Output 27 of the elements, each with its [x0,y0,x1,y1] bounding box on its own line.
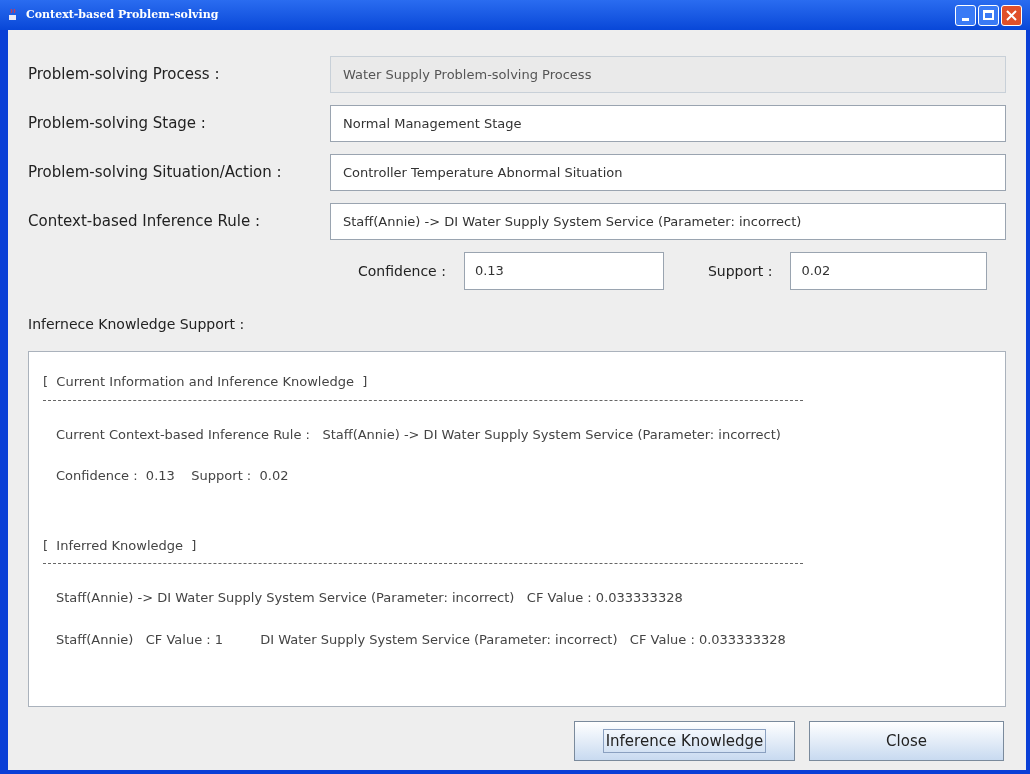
text-field[interactable]: Controller Temperature Abnormal Situation [330,154,1006,191]
close-button[interactable] [1001,4,1022,26]
metric-field[interactable]: 0.02 [790,252,988,290]
maximize-button[interactable] [978,4,999,26]
minimize-button[interactable] [955,4,976,26]
output-line: Staff(Annie) CF Value : 1 DI Water Supply System Service (Parameter: incorrect) CF Value : 0.033333328 [56,630,786,649]
metric-label: Confidence : [358,261,446,281]
section-heading: [ Inferred Knowledge ] [43,536,197,555]
section-label: Infernece Knowledge Support : [28,315,246,334]
section-heading: [ Current Information and Inference Knowledge ] [43,373,368,391]
field-label: Problem-solving Situation/Action : [28,162,283,184]
output-line: Current Context-based Inference Rule : Staff(Annie) -> DI Water Supply System Service (Parameter: incorrect) [56,425,781,444]
dialog-button[interactable]: Close [809,721,1004,761]
text-field[interactable]: Staff(Annie) -> DI Water Supply System Service (Parameter: incorrect) [330,203,1006,240]
text-field[interactable]: Normal Management Stage [330,105,1006,142]
x-icon [1006,9,1017,21]
window-title: Context-based Problem-solving [26,6,220,23]
field-label: Problem-solving Stage : [28,113,207,135]
metric-label: Support : [707,261,773,281]
output-line: Staff(Annie) -> DI Water Supply System Service (Parameter: incorrect) CF Value : 0.033333328 [56,589,683,607]
dialog-button[interactable]: Inference Knowledge [574,721,795,761]
metric-field[interactable]: 0.13 [463,252,664,290]
output-line: Confidence : 0.13 Support : 0.02 [56,467,289,485]
field-label: Problem-solving Process : [28,64,221,86]
coffee-cup-icon [8,8,18,22]
field-label: Context-based Inference Rule : [28,211,261,233]
output-text-area[interactable] [28,351,1006,707]
